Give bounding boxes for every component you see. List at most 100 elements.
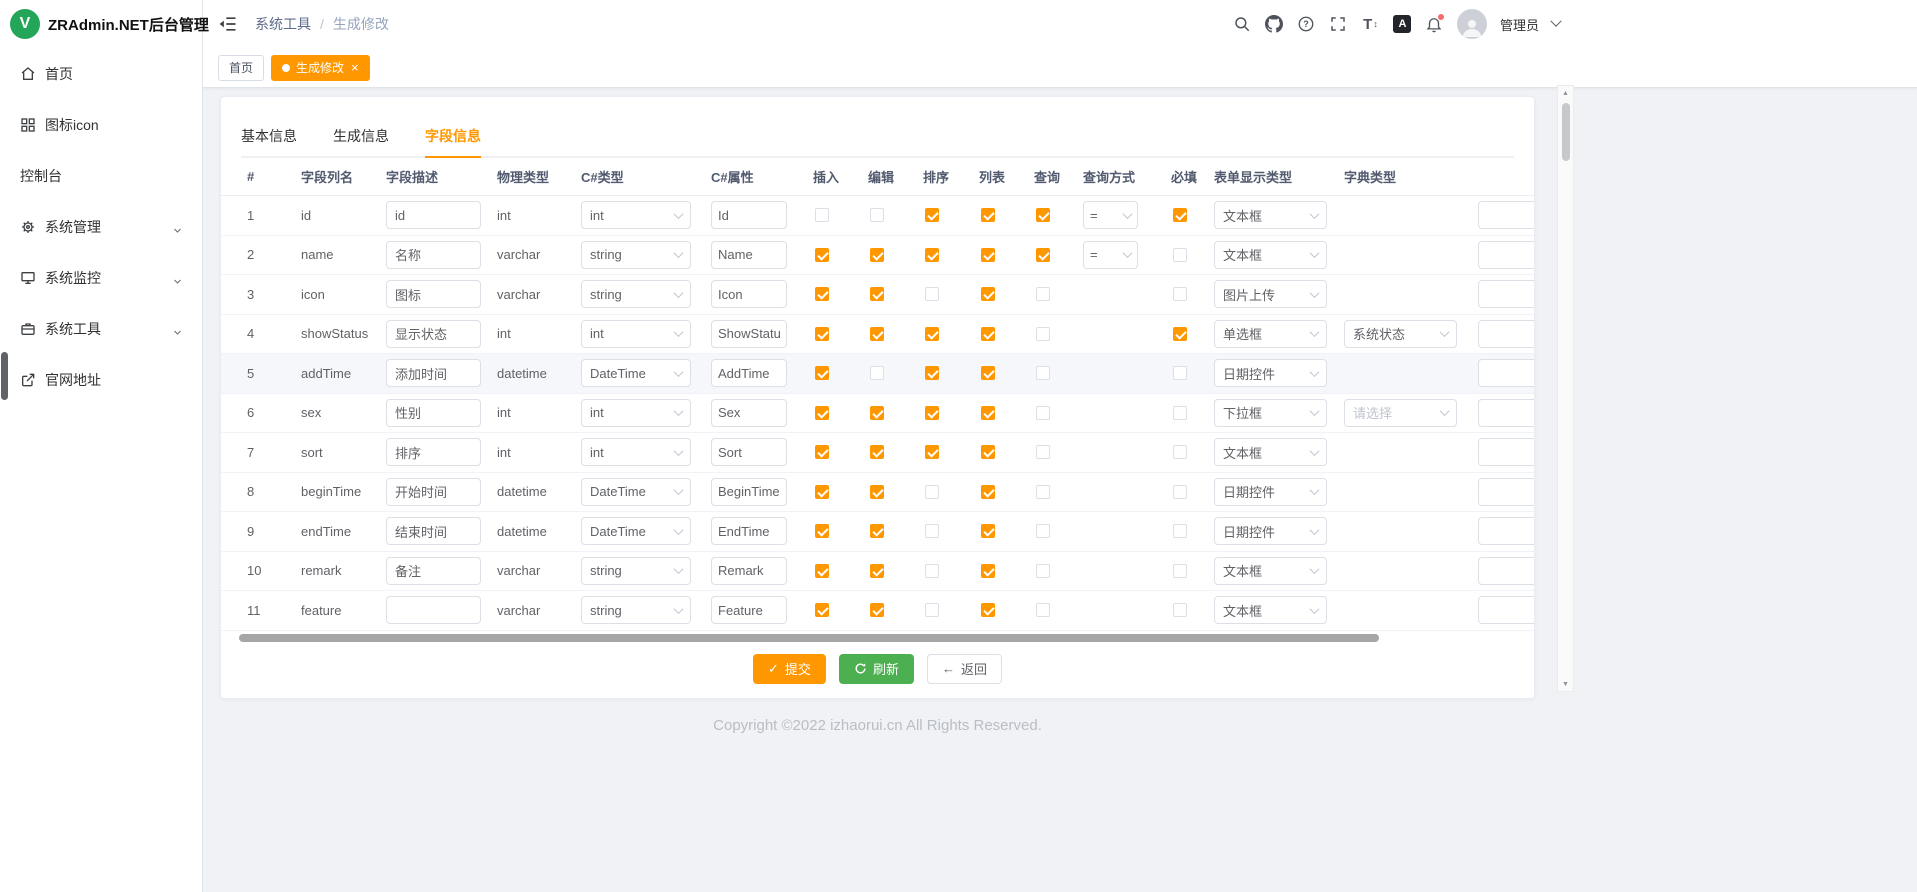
csharp-type-select[interactable]: string [581,241,691,269]
font-size-icon[interactable]: T↕ [1361,15,1380,34]
tag-home[interactable]: 首页 [218,55,264,81]
csharp-property-input[interactable] [711,517,787,545]
insert-checkbox[interactable] [815,366,829,380]
horizontal-scrollbar-thumb[interactable] [239,634,1379,642]
insert-checkbox[interactable] [815,485,829,499]
csharp-property-input[interactable] [711,557,787,585]
sidebar-item-official-site[interactable]: 官网地址 [0,354,202,405]
extra-input[interactable] [1478,478,1534,506]
extra-input[interactable] [1478,438,1534,466]
app-logo[interactable]: V ZRAdmin.NET后台管理 [0,0,202,48]
query-checkbox[interactable] [1036,406,1050,420]
list-checkbox[interactable] [981,248,995,262]
horizontal-scrollbar[interactable] [239,634,1379,642]
extra-input[interactable] [1478,517,1534,545]
edit-checkbox[interactable] [870,603,884,617]
query-checkbox[interactable] [1036,366,1050,380]
edit-checkbox[interactable] [870,406,884,420]
required-checkbox[interactable] [1173,327,1187,341]
display-type-select[interactable]: 文本框 [1214,241,1327,269]
list-checkbox[interactable] [981,287,995,301]
scroll-down-arrow[interactable]: ▼ [1558,677,1573,691]
scroll-up-arrow[interactable]: ▲ [1558,86,1573,100]
description-input[interactable] [386,596,481,624]
search-icon[interactable] [1233,15,1252,34]
extra-input[interactable] [1478,359,1534,387]
sidebar-collapse-icon[interactable] [218,14,238,34]
tab-generate-info[interactable]: 生成信息 [315,117,407,156]
sidebar-item-icons[interactable]: 图标icon [0,99,202,150]
insert-checkbox[interactable] [815,208,829,222]
description-input[interactable] [386,517,481,545]
description-input[interactable] [386,438,481,466]
sort-checkbox[interactable] [925,248,939,262]
dict-type-select[interactable]: 系统状态 [1344,320,1457,348]
list-checkbox[interactable] [981,208,995,222]
chevron-down-icon[interactable] [1550,16,1561,27]
query-type-select[interactable]: = [1083,201,1138,229]
insert-checkbox[interactable] [815,603,829,617]
tag-generate-edit[interactable]: 生成修改 × [271,55,370,81]
description-input[interactable] [386,557,481,585]
insert-checkbox[interactable] [815,287,829,301]
extra-input[interactable] [1478,557,1534,585]
list-checkbox[interactable] [981,366,995,380]
edit-checkbox[interactable] [870,564,884,578]
query-checkbox[interactable] [1036,564,1050,578]
description-input[interactable] [386,359,481,387]
csharp-property-input[interactable] [711,438,787,466]
required-checkbox[interactable] [1173,208,1187,222]
github-icon[interactable] [1265,15,1284,34]
sort-checkbox[interactable] [925,485,939,499]
csharp-property-input[interactable] [711,241,787,269]
extra-input[interactable] [1478,399,1534,427]
csharp-type-select[interactable]: string [581,280,691,308]
required-checkbox[interactable] [1173,603,1187,617]
list-checkbox[interactable] [981,445,995,459]
csharp-property-input[interactable] [711,201,787,229]
csharp-type-select[interactable]: int [581,438,691,466]
fullscreen-icon[interactable] [1329,15,1348,34]
query-checkbox[interactable] [1036,524,1050,538]
insert-checkbox[interactable] [815,327,829,341]
required-checkbox[interactable] [1173,524,1187,538]
display-type-select[interactable]: 图片上传 [1214,280,1327,308]
csharp-type-select[interactable]: DateTime [581,517,691,545]
display-type-select[interactable]: 文本框 [1214,438,1327,466]
query-checkbox[interactable] [1036,327,1050,341]
close-icon[interactable]: × [351,61,359,74]
required-checkbox[interactable] [1173,445,1187,459]
sort-checkbox[interactable] [925,208,939,222]
csharp-property-input[interactable] [711,399,787,427]
csharp-type-select[interactable]: int [581,201,691,229]
display-type-select[interactable]: 文本框 [1214,557,1327,585]
list-checkbox[interactable] [981,524,995,538]
sidebar-item-system-manage[interactable]: 系统管理 [0,201,202,252]
sort-checkbox[interactable] [925,524,939,538]
description-input[interactable] [386,201,481,229]
description-input[interactable] [386,241,481,269]
sort-checkbox[interactable] [925,366,939,380]
edit-checkbox[interactable] [870,208,884,222]
description-input[interactable] [386,399,481,427]
csharp-property-input[interactable] [711,478,787,506]
sidebar-item-system-tools[interactable]: 系统工具 [0,303,202,354]
insert-checkbox[interactable] [815,406,829,420]
required-checkbox[interactable] [1173,564,1187,578]
sidebar-item-console[interactable]: 控制台 [0,150,202,201]
csharp-property-input[interactable] [711,359,787,387]
extra-input[interactable] [1478,241,1534,269]
required-checkbox[interactable] [1173,485,1187,499]
vertical-scrollbar[interactable]: ▲ ▼ [1557,85,1574,692]
display-type-select[interactable]: 文本框 [1214,596,1327,624]
display-type-select[interactable]: 日期控件 [1214,359,1327,387]
edit-checkbox[interactable] [870,445,884,459]
edit-checkbox[interactable] [870,327,884,341]
sidebar-scrollbar-thumb[interactable] [1,352,8,400]
csharp-type-select[interactable]: DateTime [581,359,691,387]
query-checkbox[interactable] [1036,208,1050,222]
sort-checkbox[interactable] [925,406,939,420]
edit-checkbox[interactable] [870,485,884,499]
required-checkbox[interactable] [1173,406,1187,420]
sidebar-item-system-monitor[interactable]: 系统监控 [0,252,202,303]
